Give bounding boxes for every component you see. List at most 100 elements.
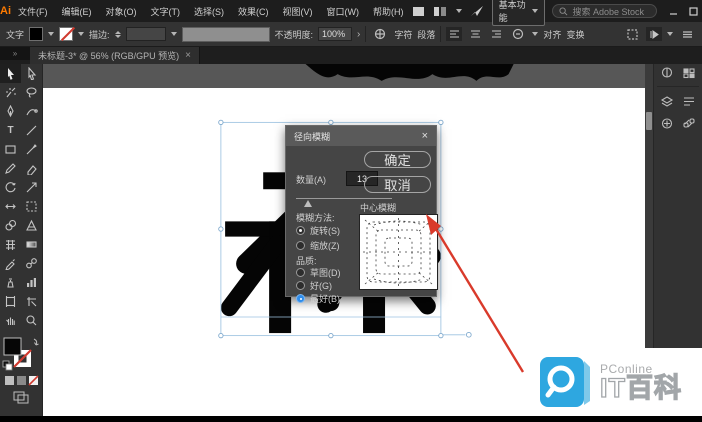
artboard-tool[interactable]: [0, 292, 21, 311]
method-zoom-radio[interactable]: 缩放(Z): [296, 239, 340, 252]
line-segment-tool[interactable]: [21, 121, 42, 140]
paragraph-panel-link[interactable]: 段落: [417, 28, 435, 41]
share-icon[interactable]: [469, 4, 485, 18]
perspective-grid-tool[interactable]: [21, 216, 42, 235]
fill-swatch[interactable]: [29, 27, 44, 41]
dialog-title: 径向模糊: [294, 131, 331, 142]
menu-type[interactable]: 文字(T): [144, 5, 188, 18]
minimize-button[interactable]: [664, 1, 684, 21]
align-center-button[interactable]: [467, 27, 483, 41]
workspace-switcher[interactable]: 基本功能: [491, 0, 546, 26]
mesh-tool[interactable]: [0, 235, 21, 254]
maximize-button[interactable]: [684, 1, 702, 21]
eyedropper-tool[interactable]: [0, 254, 21, 273]
stroke-weight-stepper[interactable]: [114, 30, 121, 38]
symbol-sprayer-tool[interactable]: [0, 273, 21, 292]
method-zoom-label: 缩放(Z): [310, 241, 340, 251]
text-options-caret-icon[interactable]: [532, 32, 539, 36]
search-placeholder: 搜索 Adobe Stock: [572, 6, 645, 17]
panel-menu-icon[interactable]: [678, 27, 696, 41]
menu-window[interactable]: 窗口(W): [320, 5, 367, 18]
type-tool[interactable]: T: [0, 121, 21, 140]
ok-button[interactable]: 确定: [364, 151, 431, 168]
opacity-chevron-icon[interactable]: ›: [357, 29, 360, 40]
document-close-icon[interactable]: ×: [185, 50, 191, 61]
blur-center-preview[interactable]: [359, 214, 438, 290]
selection-tool[interactable]: [0, 64, 21, 83]
fill-caret-icon[interactable]: [48, 32, 55, 36]
radio-unselected-icon: [296, 268, 305, 277]
align-right-button[interactable]: [488, 27, 504, 41]
document-tab[interactable]: 未标题-3* @ 56% (RGB/GPU 预览) ×: [30, 47, 201, 64]
libraries-panel-icon[interactable]: [656, 112, 678, 134]
document-layout-icon[interactable]: [433, 4, 449, 18]
lasso-tool[interactable]: [21, 83, 42, 102]
quality-good-radio[interactable]: 好(G): [296, 279, 332, 292]
menu-view[interactable]: 视图(V): [276, 5, 320, 18]
dialog-title-bar[interactable]: 径向模糊 ×: [286, 126, 436, 146]
quality-draft-radio[interactable]: 草图(D): [296, 266, 341, 279]
dock-collapse-handle[interactable]: [646, 112, 652, 130]
text-options-icon[interactable]: [509, 27, 527, 41]
isolate-object-button[interactable]: [646, 27, 662, 41]
width-tool[interactable]: [0, 197, 21, 216]
gradient-tool[interactable]: [21, 235, 42, 254]
rectangle-tool[interactable]: [0, 140, 21, 159]
hand-tool[interactable]: [0, 311, 21, 330]
menu-edit[interactable]: 编辑(E): [55, 5, 99, 18]
menu-select[interactable]: 选择(S): [187, 5, 231, 18]
pen-tool[interactable]: [0, 102, 21, 121]
links-panel-icon[interactable]: [678, 112, 700, 134]
properties-panel-icon[interactable]: [678, 90, 700, 112]
slice-tool[interactable]: [21, 292, 42, 311]
character-panel-link[interactable]: 字符: [394, 28, 412, 41]
quality-best-radio[interactable]: 最好(B): [296, 292, 340, 305]
arrange-documents-icon[interactable]: [411, 4, 427, 18]
blend-tool[interactable]: [21, 254, 42, 273]
align-left-button[interactable]: [446, 27, 463, 41]
column-graph-tool[interactable]: [21, 273, 42, 292]
menu-object[interactable]: 对象(O): [99, 5, 144, 18]
eraser-tool[interactable]: [21, 159, 42, 178]
selected-object-label: 文字: [6, 29, 25, 40]
free-transform-tool[interactable]: [21, 197, 42, 216]
cancel-button[interactable]: 取消: [364, 176, 431, 193]
stroke-weight-caret-icon[interactable]: [170, 32, 177, 36]
variable-width-profile-field[interactable]: [181, 26, 270, 42]
fill-stroke-controls[interactable]: [0, 334, 42, 414]
opacity-value[interactable]: 100%: [318, 27, 353, 41]
pencil-tool[interactable]: [0, 159, 21, 178]
paintbrush-tool[interactable]: [21, 140, 42, 159]
select-similar-icon[interactable]: [623, 27, 641, 41]
color-mode-buttons: [5, 375, 39, 386]
scale-tool[interactable]: [21, 178, 42, 197]
curvature-tool[interactable]: [21, 102, 42, 121]
magic-wand-tool[interactable]: [0, 83, 21, 102]
isolate-caret-icon[interactable]: [667, 32, 673, 36]
amount-slider-thumb[interactable]: [304, 200, 312, 207]
menu-help[interactable]: 帮助(H): [366, 5, 411, 18]
transform-panel-link[interactable]: 变换: [566, 28, 584, 41]
toolbar-collapse-button[interactable]: »: [0, 47, 30, 60]
make-envelope-icon[interactable]: [371, 27, 389, 41]
stroke-caret-icon[interactable]: [78, 32, 85, 36]
stroke-swatch[interactable]: [59, 27, 74, 41]
menu-file[interactable]: 文件(F): [11, 5, 55, 18]
color-panel-icon[interactable]: [656, 61, 678, 83]
direct-selection-tool[interactable]: [21, 64, 42, 83]
radial-blur-dialog[interactable]: 径向模糊 × 数量(A) 13 确定 取消 模糊方法: 旋转(S) 缩放(Z) …: [285, 125, 438, 304]
stroke-weight-field[interactable]: [125, 27, 166, 41]
amount-label: 数量(A): [296, 175, 326, 185]
zoom-tool[interactable]: [21, 311, 42, 330]
align-panel-link[interactable]: 对齐: [543, 28, 561, 41]
menu-effect[interactable]: 效果(C): [231, 5, 276, 18]
opacity-label[interactable]: 不透明度:: [275, 28, 314, 41]
method-spin-radio[interactable]: 旋转(S): [296, 224, 340, 237]
amount-slider-track[interactable]: [296, 198, 392, 199]
shape-builder-tool[interactable]: [0, 216, 21, 235]
rotate-tool[interactable]: [0, 178, 21, 197]
swatches-panel-icon[interactable]: [678, 61, 700, 83]
stock-search-input[interactable]: 搜索 Adobe Stock: [552, 4, 657, 18]
dialog-close-icon[interactable]: ×: [422, 130, 428, 142]
layers-panel-icon[interactable]: [656, 90, 678, 112]
